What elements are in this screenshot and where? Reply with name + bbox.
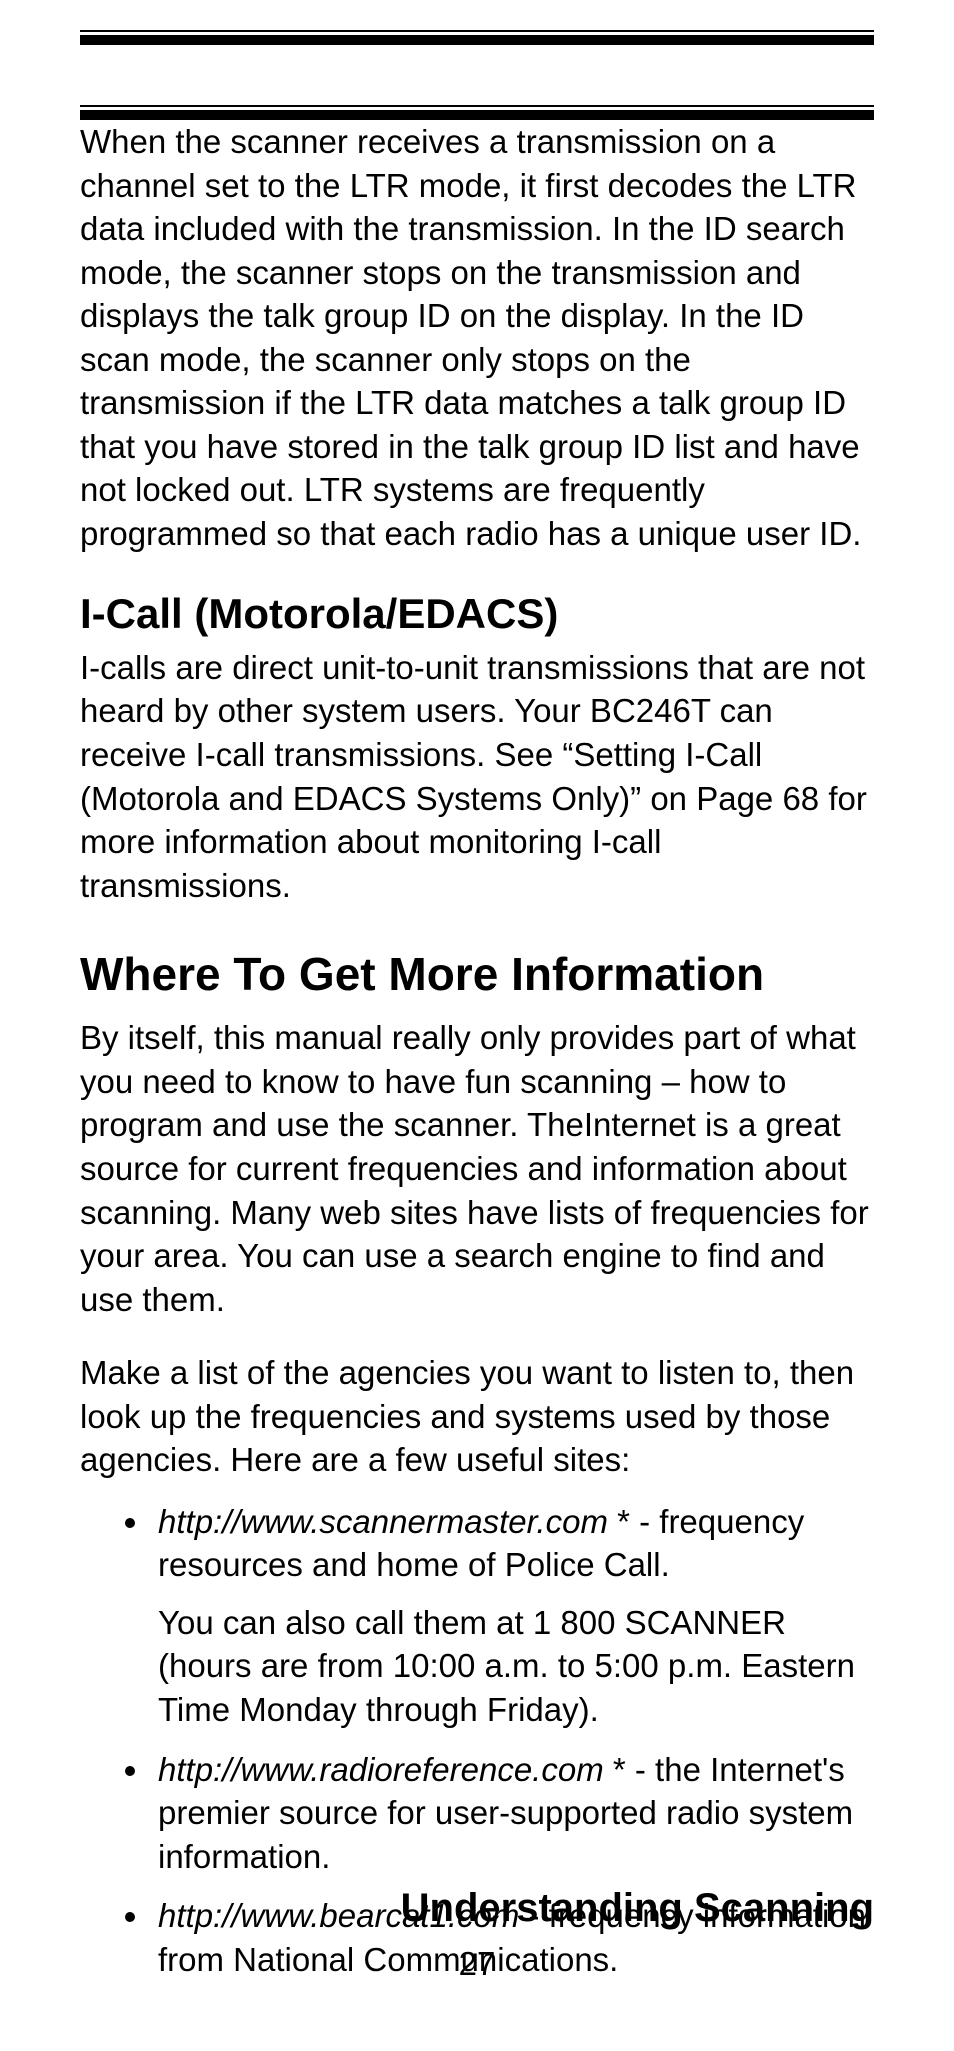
site-asterisk: * — [617, 1503, 630, 1540]
heading-where-to-get-more-information: Where To Get More Information — [80, 947, 874, 1002]
paragraph-icall: I-calls are direct unit-to-unit transmis… — [80, 646, 874, 907]
page-number: 27 — [0, 1945, 954, 1983]
list-item: http://www.radioreference.com * - the In… — [152, 1748, 874, 1879]
footer-section-title: Understanding Scanning — [401, 1886, 874, 1931]
list-item: http://www.scannermaster.com * - frequen… — [152, 1500, 874, 1732]
site-subtext: You can also call them at 1 800 SCANNER … — [158, 1601, 874, 1732]
document-page: When the scanner receives a transmission… — [0, 0, 954, 2051]
heading-icall: I-Call (Motorola/EDACS) — [80, 589, 874, 639]
paragraph-ltr: When the scanner receives a transmission… — [80, 120, 874, 555]
site-url: http://www.scannermaster.com — [158, 1503, 617, 1540]
paragraph-where-2: Make a list of the agencies you want to … — [80, 1351, 874, 1482]
paragraph-where-1: By itself, this manual really only provi… — [80, 1016, 874, 1321]
site-url: http://www.radioreference.com — [158, 1751, 604, 1788]
site-asterisk: * — [604, 1751, 626, 1788]
top-rule — [80, 30, 874, 45]
second-rule — [80, 105, 874, 120]
